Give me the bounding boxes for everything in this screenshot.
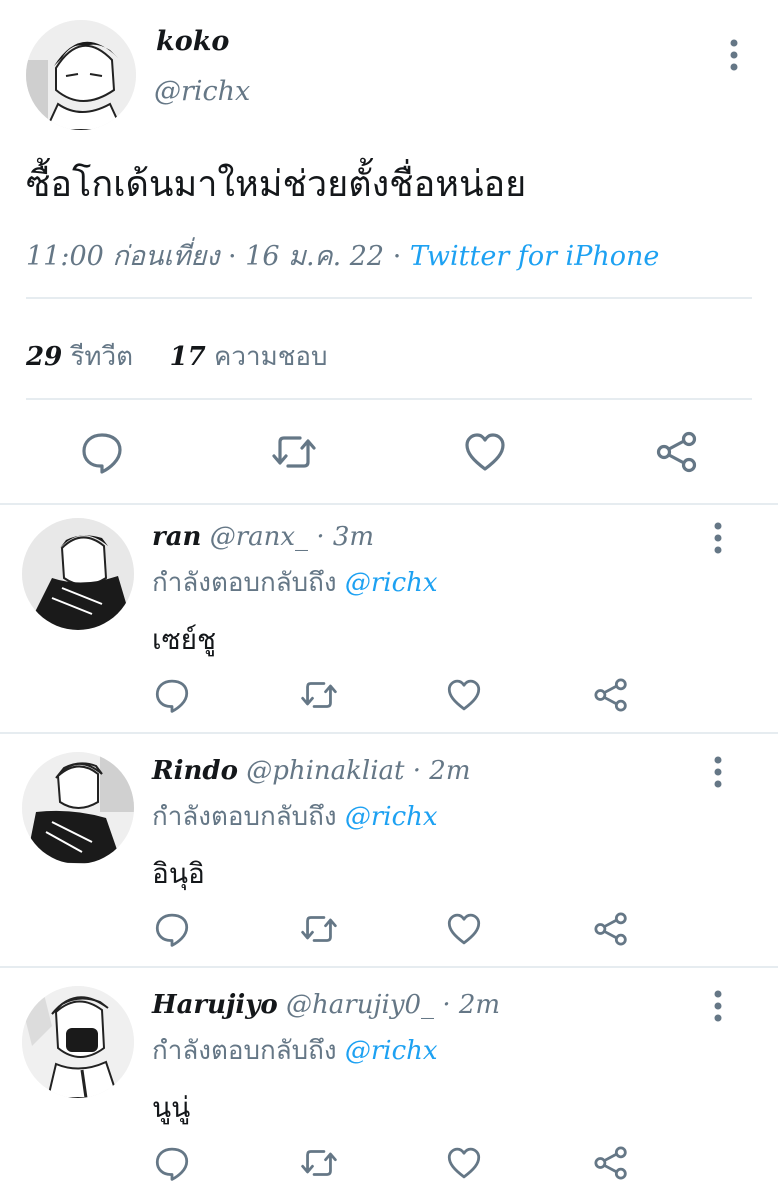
meta-separator: · (219, 241, 246, 272)
retweet-icon[interactable] (299, 911, 339, 947)
retweet-icon[interactable] (270, 430, 318, 474)
retweet-icon[interactable] (299, 1145, 339, 1181)
replying-label: กำลังตอบกลับถึง (152, 802, 337, 832)
tweet-stats: 29 รีทวีต 17 ความชอบ (26, 336, 328, 377)
share-icon[interactable] (593, 677, 629, 713)
more-options-icon[interactable] (724, 38, 744, 72)
like-icon[interactable] (446, 1145, 482, 1181)
reply-author-handle[interactable]: @ranx_ (210, 522, 308, 552)
share-icon[interactable] (593, 911, 629, 947)
replying-to-handle[interactable]: @richx (345, 802, 438, 832)
reply-text: เซย์ชู (152, 623, 216, 656)
reply-time: · 2m (442, 990, 501, 1020)
author-name[interactable]: koko (156, 26, 229, 57)
reply-icon[interactable] (154, 677, 190, 713)
replying-to-handle[interactable]: @richx (345, 568, 438, 598)
replying-to: กำลังตอบกลับถึง @richx (152, 796, 438, 837)
tweet-meta: 11:00 ก่อนเที่ยง · 16 ม.ค. 22 · Twitter … (26, 234, 659, 277)
reply-time: · 3m (316, 522, 375, 552)
author-handle[interactable]: @richx (154, 76, 250, 107)
divider (0, 966, 778, 968)
reply-author-handle[interactable]: @harujiy0_ (286, 990, 434, 1020)
reply-avatar[interactable] (22, 752, 134, 864)
reply-icon[interactable] (80, 430, 124, 474)
reply-header: ran @ranx_ · 3m (152, 522, 374, 552)
reply-header: Harujiyo @harujiy0_ · 2m (152, 990, 500, 1020)
divider (26, 297, 752, 299)
like-count: 17 (169, 342, 206, 372)
share-icon[interactable] (655, 430, 699, 474)
more-options-icon[interactable] (708, 521, 728, 555)
divider (0, 732, 778, 734)
tweet-source-link[interactable]: Twitter for iPhone (410, 241, 660, 272)
replying-to-handle[interactable]: @richx (345, 1036, 438, 1066)
replying-label: กำลังตอบกลับถึง (152, 1036, 337, 1066)
reply-author-name[interactable]: ran (152, 522, 201, 552)
reply-author-name[interactable]: Harujiyo (152, 990, 278, 1020)
reply-header: Rindo @phinakliat · 2m (152, 756, 470, 786)
tweet-time: 11:00 ก่อนเที่ยง (26, 241, 220, 272)
like-icon[interactable] (446, 911, 482, 947)
like-label: ความชอบ (214, 342, 328, 372)
tweet-text: ซื้อโกเด้นมาใหม่ช่วยตั้งชื่อหน่อย (26, 164, 527, 205)
retweet-count-link[interactable]: 29 รีทวีต (26, 342, 133, 372)
reply-author-handle[interactable]: @phinakliat (246, 756, 404, 786)
more-options-icon[interactable] (708, 989, 728, 1023)
retweet-count: 29 (26, 342, 63, 372)
divider (26, 398, 752, 400)
reply-time: · 2m (412, 756, 471, 786)
retweet-icon[interactable] (299, 677, 339, 713)
like-icon[interactable] (446, 677, 482, 713)
replying-label: กำลังตอบกลับถึง (152, 568, 337, 598)
divider (0, 503, 778, 505)
like-icon[interactable] (463, 430, 507, 474)
reply-icon[interactable] (154, 911, 190, 947)
tweet-date: 16 ม.ค. 22 (245, 241, 385, 272)
meta-separator: · (384, 241, 410, 272)
reply-text: อินุอิ (152, 857, 205, 890)
like-count-link[interactable]: 17 ความชอบ (170, 342, 328, 372)
reply-avatar[interactable] (22, 518, 134, 630)
replying-to: กำลังตอบกลับถึง @richx (152, 1030, 438, 1071)
replying-to: กำลังตอบกลับถึง @richx (152, 562, 438, 603)
retweet-label: รีทวีต (70, 342, 134, 372)
reply-text: นูนู่ (152, 1091, 191, 1124)
reply-author-name[interactable]: Rindo (152, 756, 238, 786)
reply-avatar[interactable] (22, 986, 134, 1098)
share-icon[interactable] (593, 1145, 629, 1181)
author-avatar[interactable] (26, 20, 136, 130)
more-options-icon[interactable] (708, 755, 728, 789)
reply-icon[interactable] (154, 1145, 190, 1181)
